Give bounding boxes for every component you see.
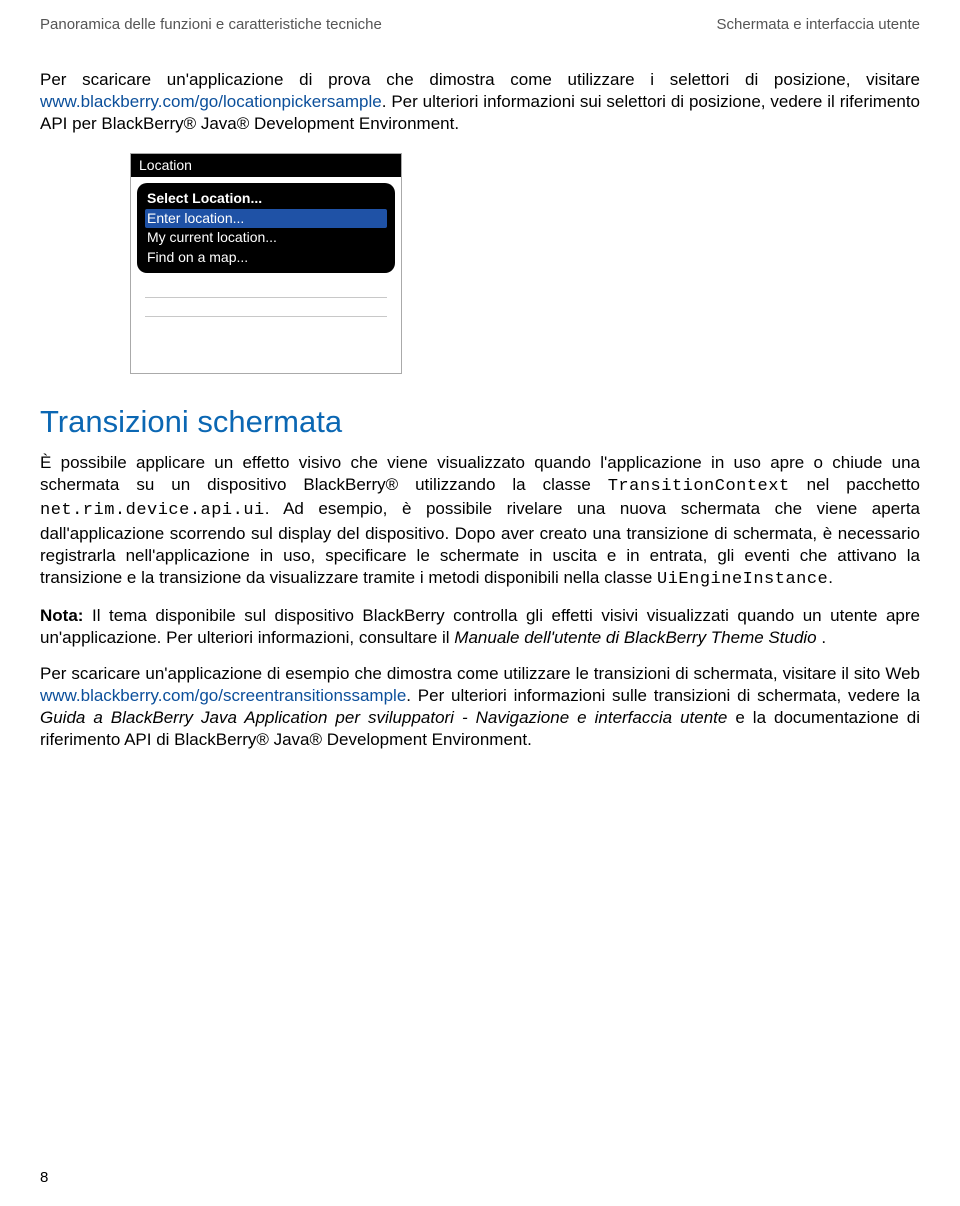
p3-text-1: Per scaricare un'applicazione di esempio… <box>40 664 920 683</box>
nota-text-2: . <box>817 628 826 647</box>
figure-separator-lines <box>145 297 387 317</box>
p2-text-4: . <box>828 568 833 587</box>
select-location-popup: Select Location... Enter location... My … <box>137 183 395 273</box>
header-left: Panoramica delle funzioni e caratteristi… <box>40 16 382 33</box>
p2-text-2: nel pacchetto <box>790 475 920 494</box>
nota-italic-1: Manuale dell'utente di BlackBerry Theme … <box>454 628 816 647</box>
popup-title: Select Location... <box>145 189 387 209</box>
popup-item-enter-location[interactable]: Enter location... <box>145 209 387 229</box>
popup-item-my-location[interactable]: My current location... <box>145 228 387 248</box>
header-right: Schermata e interfaccia utente <box>717 16 920 33</box>
link-screentransitionssample[interactable]: www.blackberry.com/go/screentransitionss… <box>40 686 406 705</box>
figure-body: Select Location... Enter location... My … <box>131 177 401 373</box>
nota-label: Nota: <box>40 606 83 625</box>
p3-italic-1: Guida a BlackBerry Java Application per … <box>40 708 727 727</box>
figure-titlebar: Location <box>131 154 401 177</box>
header-row: Panoramica delle funzioni e caratteristi… <box>40 16 920 33</box>
paragraph-nota: Nota: Il tema disponibile sul dispositiv… <box>40 605 920 649</box>
link-locationpickersample[interactable]: www.blackberry.com/go/locationpickersamp… <box>40 92 382 111</box>
paragraph-3: Per scaricare un'applicazione di esempio… <box>40 663 920 751</box>
figure-container: Location Select Location... Enter locati… <box>40 153 920 374</box>
heading-transizioni: Transizioni schermata <box>40 404 920 440</box>
p1-text-1: Per scaricare un'applicazione di prova c… <box>40 70 920 89</box>
code-package: net.rim.device.api.ui <box>40 501 265 520</box>
page-number: 8 <box>40 1169 48 1186</box>
popup-item-find-on-map[interactable]: Find on a map... <box>145 248 387 268</box>
code-uiengineinstance: UiEngineInstance <box>657 570 828 589</box>
paragraph-2: È possibile applicare un effetto visivo … <box>40 452 920 591</box>
location-picker-figure: Location Select Location... Enter locati… <box>130 153 402 374</box>
p3-text-2: . Per ulteriori informazioni sulle trans… <box>406 686 920 705</box>
paragraph-1: Per scaricare un'applicazione di prova c… <box>40 69 920 135</box>
code-transitioncontext: TransitionContext <box>608 477 790 496</box>
